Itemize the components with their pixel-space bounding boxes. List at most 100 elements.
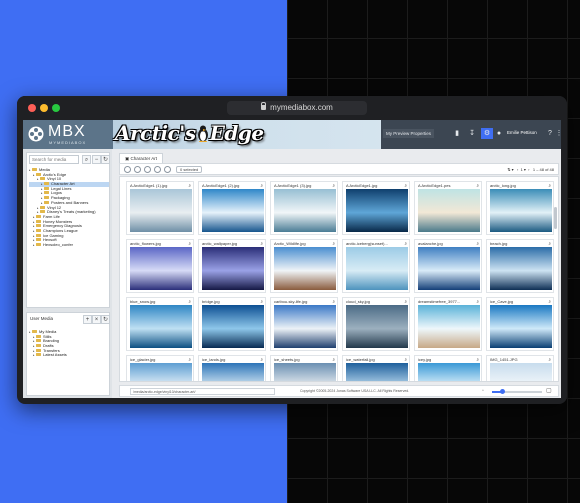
media-card[interactable]: ice_lands.jpg ⌕ [198,355,266,381]
folder-icon [36,228,41,232]
media-thumbnail[interactable] [346,305,408,348]
tree-item[interactable]: ▸ Hexsoleo_confer [29,242,109,248]
search-icon[interactable]: ⌕ [82,155,91,164]
maximize-window-button[interactable] [52,104,60,112]
media-thumbnail[interactable] [346,247,408,290]
select-icon[interactable] [164,166,171,173]
media-card[interactable]: arctic-iceberg(sunset)... ⌕ [342,239,410,293]
media-card[interactable]: A ArcticEdge1 (1).jpg ⌕ [126,181,194,235]
media-card[interactable]: arctic_long.jpg ⌕ [486,181,554,235]
media-card[interactable]: dreamstimefree_3977... ⌕ [414,297,482,351]
media-thumbnail[interactable] [202,305,264,348]
media-card[interactable]: Arctic_Wildlife.jpg ⌕ [270,239,338,293]
media-card[interactable]: arctic_wallpaper.jpg ⌕ [198,239,266,293]
folder-icon [44,182,49,186]
logo-subtitle: MYMEDIABOX [49,140,87,145]
collapse-icon[interactable]: − [92,155,101,164]
media-tree-panel: ⌕ − ↻ ▸Media▸Arctic's Edge▸Vinyl 10▸Char… [26,152,110,308]
media-card[interactable]: A ArcticEdge1 (3).jpg ⌕ [270,181,338,235]
media-thumbnail[interactable] [202,247,264,290]
chart-icon[interactable]: ▮ [451,128,463,139]
user-media-title: User Media [30,316,54,321]
media-card[interactable]: ice_waterfall.jpg ⌕ [342,355,410,381]
media-card[interactable]: ice_glacier.jpg ⌕ [126,355,194,381]
grid-scrollbar[interactable] [554,207,557,229]
media-card[interactable]: A ArcticEdge1 (2).jpg ⌕ [198,181,266,235]
media-card[interactable]: ice_sheets.jpg ⌕ [270,355,338,381]
media-thumbnail[interactable] [274,363,336,381]
user-name[interactable]: Emilie Pettison [507,130,537,135]
logo[interactable]: MBX MYMEDIABOX [23,120,113,149]
grid-toolbar: 0 selected ⇅ ▾ ‹ 1 ▾ › 1 – 48 of 48 [119,163,559,175]
refresh-icon[interactable]: ↻ [101,155,110,164]
media-thumbnail[interactable] [274,305,336,348]
media-thumbnail[interactable] [418,305,480,348]
folder-icon [36,344,41,348]
media-thumbnail[interactable] [202,189,264,232]
zoom-slider[interactable] [492,389,542,394]
media-card[interactable]: A ArcticEdge1.jpg ⌕ [342,181,410,235]
app-header: MBX MYMEDIABOX Arctic's Edge My Preview … [23,120,561,149]
media-thumbnail[interactable] [130,247,192,290]
media-thumbnail[interactable] [346,189,408,232]
media-thumbnail[interactable] [130,189,192,232]
media-thumbnail[interactable] [274,189,336,232]
sort-icon[interactable]: ⇅ ▾ [507,167,513,172]
menu-icon[interactable]: ⋮ [553,128,562,139]
media-card[interactable]: ice_Cave.jpg ⌕ [486,297,554,351]
media-thumbnail[interactable] [418,363,480,381]
selection-count: 0 selected [176,166,203,173]
media-thumbnail[interactable] [490,363,552,381]
settings-icon[interactable] [124,166,131,173]
media-thumbnail[interactable] [274,247,336,290]
media-thumbnail[interactable] [130,305,192,348]
media-card[interactable]: avalanche.jpg ⌕ [414,239,482,293]
media-card[interactable]: blue_snow.jpg ⌕ [126,297,194,351]
preview-properties-button[interactable]: My Preview Properties [383,129,435,138]
media-thumbnail[interactable] [490,189,552,232]
media-thumbnail[interactable] [418,189,480,232]
media-thumbnail[interactable] [418,247,480,290]
zoom-out-icon[interactable]: ▫ [482,388,484,394]
view-grid-icon[interactable] [154,166,161,173]
media-thumbnail[interactable] [130,363,192,381]
tree-item[interactable]: ▸ Latest Assets [29,353,109,358]
media-card[interactable]: IMG_1451.JPG ⌕ [486,355,554,381]
media-thumbnail[interactable] [346,363,408,381]
folder-icon [40,210,45,214]
zoom-slider-knob[interactable] [500,389,505,394]
media-card[interactable]: A ArcticEdge1.pes ⌕ [414,181,482,235]
user-icon[interactable]: ● [493,128,505,139]
folder-icon [44,200,49,204]
sidebar: ⌕ − ↻ ▸Media▸Arctic's Edge▸Vinyl 10▸Char… [23,149,112,398]
download-icon[interactable]: ↧ [466,128,478,139]
media-card[interactable]: arctic_flowers.jpg ⌕ [126,239,194,293]
refresh-user-media-icon[interactable]: ↻ [101,315,110,324]
current-path[interactable]: /media/arctic-edge/vinyl10/character-art… [130,388,275,395]
zoom-in-icon[interactable]: ▢ [546,387,552,394]
tab-character-art[interactable]: ▣ Character Art [119,153,164,163]
media-card[interactable]: cloud_sky.jpg ⌕ [342,297,410,351]
next-page-icon[interactable]: › [528,167,529,172]
minimize-window-button[interactable] [40,104,48,112]
close-window-button[interactable] [28,104,36,112]
address-bar[interactable]: mymediabox.com [227,101,367,115]
page-select[interactable]: 1 ▾ [521,167,526,172]
search-input[interactable] [29,155,79,164]
media-thumbnail[interactable] [490,247,552,290]
media-thumbnail[interactable] [490,305,552,348]
media-card[interactable]: beach.jpg ⌕ [486,239,554,293]
media-card[interactable]: bridge.jpg ⌕ [198,297,266,351]
print-icon[interactable] [144,166,151,173]
settings-gear-icon[interactable]: ⚙ [481,128,493,139]
refresh-icon[interactable] [134,166,141,173]
browser-window: mymediabox.com MBX MYMEDIABOX Arctic's E… [17,96,567,404]
folder-icon [36,214,41,218]
media-thumbnail[interactable] [202,363,264,381]
prev-page-icon[interactable]: ‹ [517,167,518,172]
media-card[interactable]: caribou-sky-life.jpg ⌕ [270,297,338,351]
media-card[interactable]: icey.jpg ⌕ [414,355,482,381]
add-icon[interactable]: + [83,315,92,324]
folder-icon [44,191,49,195]
delete-icon[interactable]: × [92,315,101,324]
